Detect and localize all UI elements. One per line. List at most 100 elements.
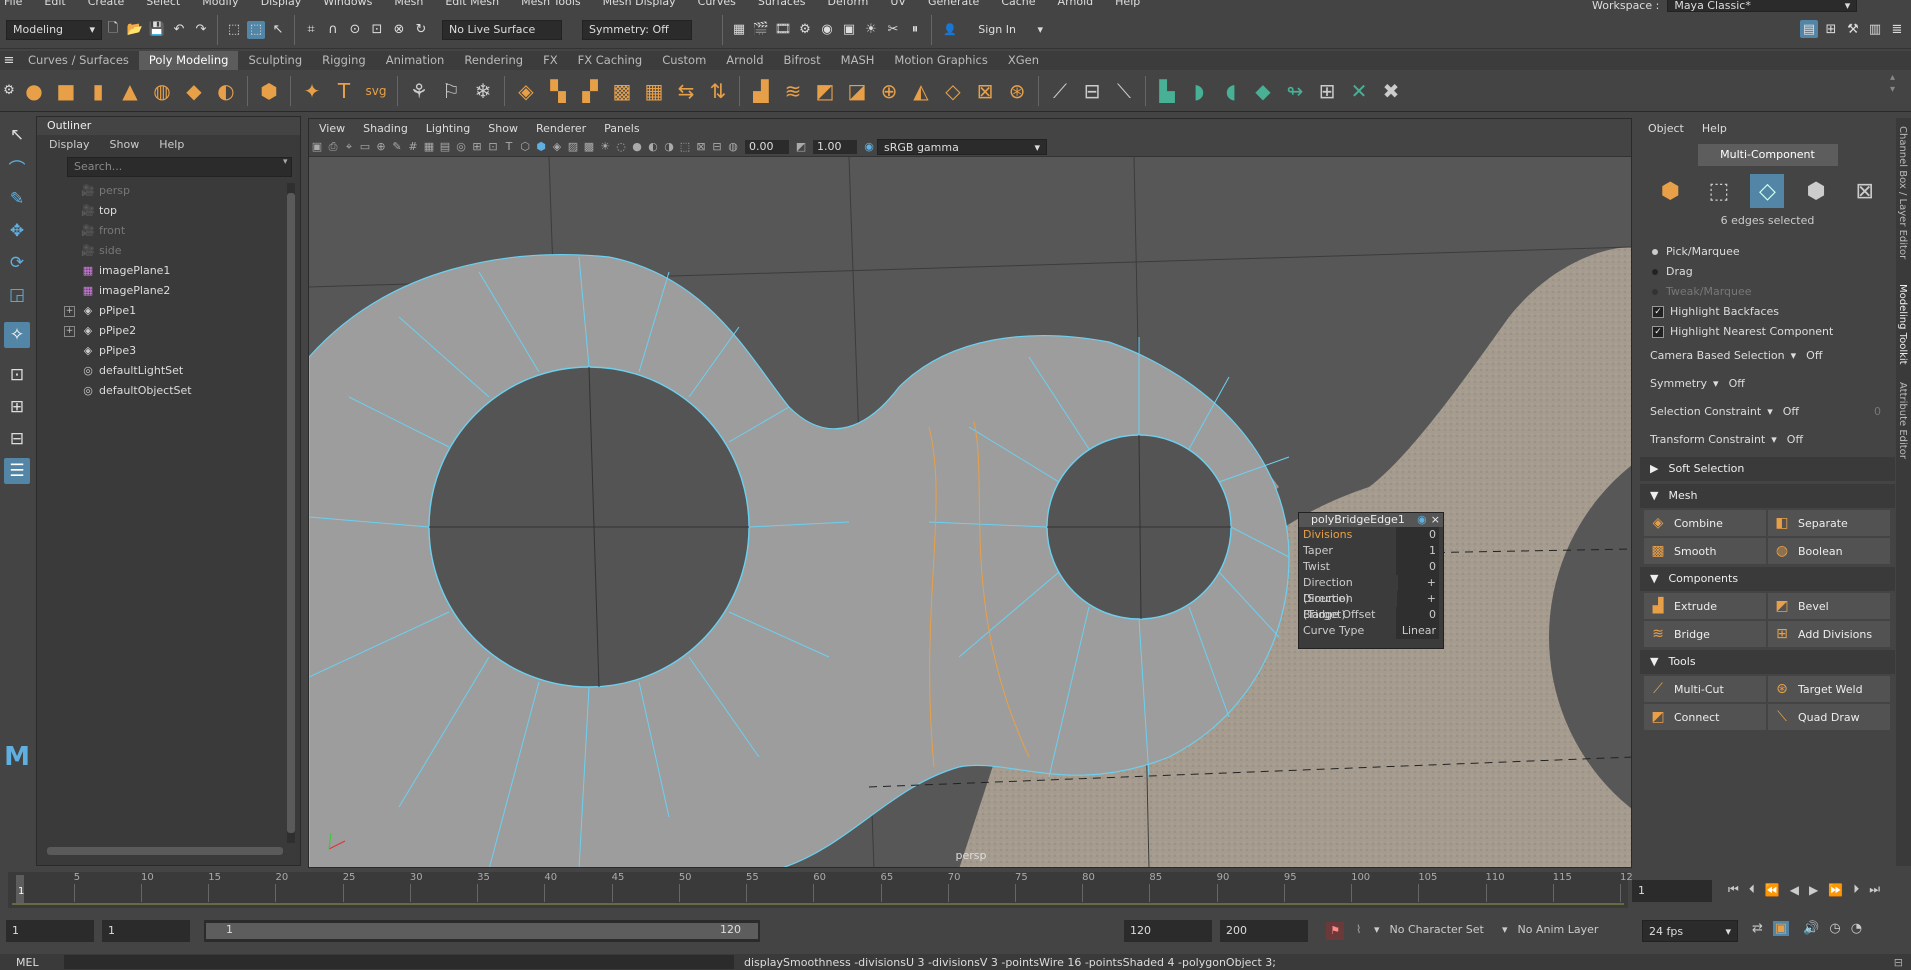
outliner-layout-icon[interactable]: ☰ (4, 458, 30, 484)
bridge-attr-value[interactable]: Linear (1396, 623, 1439, 639)
render-settings-icon[interactable]: ⚙ (796, 21, 814, 39)
resolution-gate-icon[interactable]: ▤ (438, 140, 452, 154)
outliner-item[interactable]: ▦ imagePlane1 (37, 261, 300, 281)
uv-planar-icon[interactable]: ▙ (1153, 76, 1181, 106)
motion-blur-icon[interactable]: ◐ (646, 140, 660, 154)
lasso-tool-icon[interactable]: ⌒ (4, 154, 30, 180)
separate-button[interactable]: ◧ Separate (1768, 510, 1890, 536)
sculpt-icon[interactable]: ⚘ (405, 76, 433, 106)
smooth-button[interactable]: ▩ Smooth (1644, 538, 1766, 564)
step-back-frame-icon[interactable]: ⏪ (1765, 883, 1780, 897)
uv-spherical-icon[interactable]: ◖ (1217, 76, 1245, 106)
key-settings-icon[interactable]: ⌇ (1356, 923, 1361, 936)
symmetry-menu[interactable]: Symmetry: Off (582, 19, 692, 40)
type-icon[interactable]: T (330, 76, 358, 106)
add-divisions-button[interactable]: ⊞ Add Divisions (1768, 621, 1890, 647)
highlight-backfaces-checkbox[interactable]: ✓ Highlight Backfaces (1640, 302, 1895, 322)
tab-attribute-editor[interactable]: Attribute Editor (1897, 382, 1908, 472)
shelf-tab-curves-surfaces[interactable]: Curves / Surfaces (18, 51, 139, 70)
camera-select-icon[interactable]: ▣ (310, 140, 324, 154)
expand-icon[interactable]: + (64, 306, 75, 317)
safe-action-icon[interactable]: ⊡ (486, 140, 500, 154)
ipr-render-icon[interactable]: 🎞 (774, 21, 792, 39)
mode-menu[interactable]: Modeling ▾ (6, 19, 102, 40)
shelf-scroll-icon[interactable]: ▴ ▾ (1890, 72, 1895, 96)
current-frame-field[interactable]: 1 (1632, 880, 1712, 902)
bridge-attr-value[interactable]: + (1396, 591, 1439, 607)
rotate-tool-icon[interactable]: ⟳ (4, 250, 30, 276)
uv-cylindrical-icon[interactable]: ◗ (1185, 76, 1213, 106)
poke-icon[interactable]: ◇ (939, 76, 967, 106)
play-backwards-icon[interactable]: ◀ (1790, 883, 1799, 897)
range-slider[interactable]: 1 120 (204, 920, 760, 942)
playback-options-icon[interactable]: ◔ (1851, 921, 1862, 936)
svg-icon[interactable]: svg (362, 76, 390, 106)
wireframe-icon[interactable]: ⬡ (518, 140, 532, 154)
camera-based-selection-option[interactable]: Camera Based Selection ▾ Off (1640, 342, 1895, 370)
sound-icon[interactable]: 🔊 (1803, 921, 1819, 936)
viewport-menu-renderer[interactable]: Renderer (536, 122, 586, 135)
tab-channel-box[interactable]: Channel Box / Layer Editor (1897, 126, 1908, 276)
boolean-icon[interactable]: ▦ (640, 76, 668, 106)
move-tool-icon[interactable]: ✥ (4, 218, 30, 244)
bridge-attr-row[interactable]: Direction (Target) + (1299, 591, 1443, 621)
play-forwards-icon[interactable]: ▶ (1809, 883, 1818, 897)
bridge-attr-row[interactable]: Bridge Offset 0 (1299, 607, 1443, 623)
search-options-chevron-icon[interactable]: ▾ (283, 157, 288, 167)
exposure-field[interactable]: 0.00 (745, 140, 789, 154)
toolkit-menu-object[interactable]: Object (1648, 122, 1684, 135)
channel-box-icon[interactable]: ▥ (1866, 20, 1884, 38)
pick-marquee-radio[interactable]: Pick/Marquee (1640, 242, 1895, 262)
shadows-icon[interactable]: ☀ (598, 140, 612, 154)
outliner-menu-show[interactable]: Show (110, 138, 140, 151)
snap-grid-icon[interactable]: ⌗ (302, 21, 320, 39)
target-weld-icon[interactable]: ⊛ (1003, 76, 1031, 106)
arnold-render-icon[interactable]: ✂ (884, 21, 902, 39)
outliner-item[interactable]: ▦ imagePlane2 (37, 281, 300, 301)
shelf-tab-mash[interactable]: MASH (831, 51, 885, 70)
bridge-attr-value[interactable]: 0 (1396, 559, 1439, 575)
safe-title-icon[interactable]: T (502, 140, 516, 154)
viewport[interactable]: View Shading Lighting Show Renderer Pane… (308, 118, 1632, 868)
workspace-menu[interactable]: Maya Classic* ▾ (1667, 0, 1858, 12)
animation-end-field[interactable]: 200 (1220, 920, 1308, 942)
image-plane-icon[interactable]: ▭ (358, 140, 372, 154)
four-pane-layout-icon[interactable]: ⊞ (4, 394, 30, 420)
poly-bridge-editor[interactable]: polyBridgeEdge1 ◉ × Divisions 0 Taper 1 Twis… (1298, 512, 1444, 649)
outliner-item[interactable]: 🎥 persp (37, 181, 300, 201)
playback-end-field[interactable]: 120 (1124, 920, 1212, 942)
bridge-button[interactable]: ≋ Bridge (1644, 621, 1766, 647)
mesh-section[interactable]: ▼ Mesh (1640, 484, 1895, 508)
color-space-menu[interactable]: sRGB gamma ▾ (877, 139, 1047, 155)
edge-mode-icon[interactable]: ◇ (1750, 174, 1785, 208)
uv-sew-icon[interactable]: ✖ (1377, 76, 1405, 106)
shelf-tab-rendering[interactable]: Rendering (454, 51, 533, 70)
command-input[interactable] (64, 955, 734, 969)
offset-edge-loop-icon[interactable]: ⟍ (1110, 76, 1138, 106)
snap-curve-icon[interactable]: ∩ (324, 21, 342, 39)
pause-icon[interactable]: ⏸ (906, 21, 924, 39)
paint-select-icon[interactable]: ✎ (4, 186, 30, 212)
open-scene-icon[interactable]: 📂 (126, 21, 144, 39)
poly-cone-icon[interactable]: ▲ (116, 76, 144, 106)
snap-surface-icon[interactable]: ⊗ (390, 21, 408, 39)
sign-in-menu[interactable]: 👤 Sign In ▾ (937, 19, 1049, 40)
shelf-tab-poly-modeling[interactable]: Poly Modeling (138, 51, 239, 70)
light-editor-icon[interactable]: ☀ (862, 21, 880, 39)
step-forward-frame-icon[interactable]: ⏩ (1828, 883, 1843, 897)
select-tool-icon[interactable]: ↖ (4, 122, 30, 148)
animation-start-field[interactable]: 1 (6, 920, 94, 942)
outliner-item[interactable]: ◈ pPipe3 (37, 341, 300, 361)
tweak-marquee-radio[interactable]: Tweak/Marquee (1640, 282, 1895, 302)
poly-cube-icon[interactable]: ■ (52, 76, 80, 106)
layers-icon[interactable]: ≣ (1888, 20, 1906, 38)
boolean-button[interactable]: ◍ Boolean (1768, 538, 1890, 564)
cache-playback-icon[interactable]: ▣ (1772, 921, 1790, 936)
anti-alias-icon[interactable]: ◑ (662, 140, 676, 154)
select-hierarchy-icon[interactable]: ⬚ (225, 21, 243, 39)
combine-button[interactable]: ◈ Combine (1644, 510, 1766, 536)
xray-icon[interactable]: ◌ (614, 140, 628, 154)
outliner-item[interactable]: ◎ defaultLightSet (37, 361, 300, 381)
extrude-icon[interactable]: ▟ (747, 76, 775, 106)
workspace-selector[interactable]: Workspace : Maya Classic* ▾ (1592, 0, 1858, 13)
